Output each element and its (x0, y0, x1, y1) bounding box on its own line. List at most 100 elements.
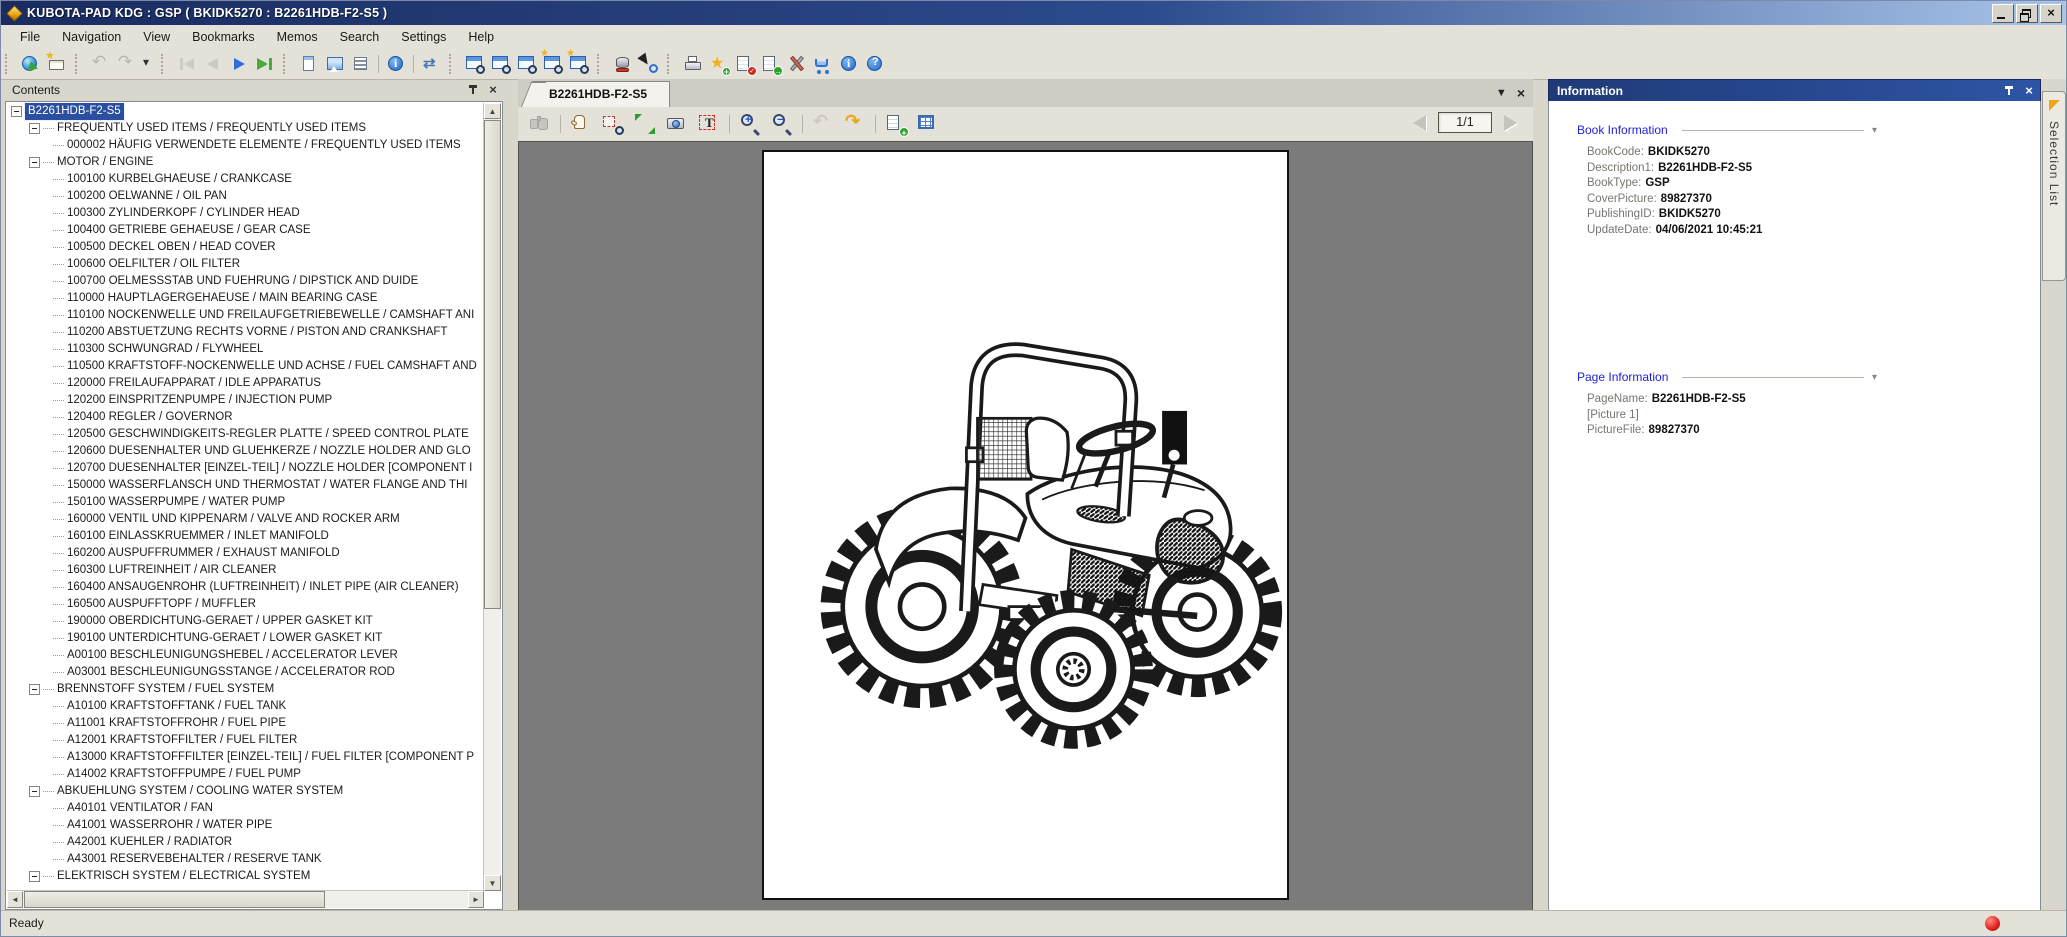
redo-icon[interactable] (117, 54, 137, 74)
swap-view-icon[interactable] (421, 54, 441, 74)
tree-node[interactable]: 160400 ANSAUGENROHR (LUFTREINHEIT) / INL… (7, 579, 484, 596)
pin-icon[interactable] (2003, 85, 2016, 98)
menu-memos[interactable]: Memos (266, 27, 329, 47)
page-view-icon[interactable] (299, 54, 319, 74)
tree-node[interactable]: 160500 AUSPUFFTOPF / MUFFLER (7, 596, 484, 613)
tree-node[interactable]: 160300 LUFTREINHEIT / AIR CLEANER (7, 562, 484, 579)
pin-icon[interactable] (467, 84, 480, 97)
view-mode-1-icon[interactable] (465, 54, 485, 74)
tree-node[interactable]: A43001 RESERVEBEHALTER / RESERVE TANK (7, 851, 484, 868)
tree-node[interactable]: 160000 VENTIL UND KIPPENARM / VALVE AND … (7, 511, 484, 528)
history-dropdown-icon[interactable] (143, 54, 153, 74)
menu-search[interactable]: Search (329, 27, 391, 47)
tree-node[interactable]: 150000 WASSERFLANSCH UND THERMOSTAT / WA… (7, 477, 484, 494)
tree-node[interactable]: 120200 EINSPRITZENPUMPE / INJECTION PUMP (7, 392, 484, 409)
search-binoculars-icon[interactable] (529, 113, 551, 135)
tree-node[interactable]: ELEKTRISCH SYSTEM / ELECTRICAL SYSTEM (7, 868, 484, 885)
settings-tools-icon[interactable] (787, 54, 807, 74)
tab-b2261hdb-f2-s5[interactable]: B2261HDB-F2-S5 (532, 81, 670, 107)
menu-navigation[interactable]: Navigation (51, 27, 132, 47)
tree-node[interactable]: 120700 DUESENHALTER [EINZEL-TEIL] / NOZZ… (7, 460, 484, 477)
tree-node[interactable]: 120500 GESCHWINDIGKEITS-REGLER PLATTE / … (7, 426, 484, 443)
parts-catalog-icon[interactable] (613, 54, 633, 74)
scroll-left-icon[interactable]: ◄ (7, 891, 23, 908)
scroll-right-icon[interactable]: ► (468, 891, 484, 908)
prev-page-icon[interactable] (203, 54, 223, 74)
page-next-icon[interactable] (1504, 115, 1517, 131)
help-icon[interactable] (865, 54, 885, 74)
tree-node[interactable]: A00100 BESCHLEUNIGUNGSHEBEL / ACCELERATO… (7, 647, 484, 664)
tab-close-icon[interactable]: × (1517, 85, 1525, 101)
tree-node[interactable]: B2261HDB-F2-S5 (7, 103, 484, 120)
tree-node[interactable]: 110100 NOCKENWELLE UND FREILAUFGETRIEBEW… (7, 307, 484, 324)
tree-node[interactable]: 100600 OELFILTER / OIL FILTER (7, 256, 484, 273)
add-bookmark-icon[interactable] (709, 54, 729, 74)
minimize-button[interactable] (1992, 4, 2014, 23)
picture-view-icon[interactable] (325, 54, 345, 74)
scroll-up-icon[interactable]: ▲ (484, 103, 501, 119)
undo-icon[interactable] (91, 54, 111, 74)
menu-file[interactable]: File (9, 27, 51, 47)
collapse-icon[interactable] (29, 123, 40, 134)
tree-node[interactable]: A11001 KRAFTSTOFFROHR / FUEL PIPE (7, 715, 484, 732)
collapse-icon[interactable] (29, 157, 40, 168)
collapse-icon[interactable] (29, 684, 40, 695)
tree-node[interactable]: 100400 GETRIEBE GEHAEUSE / GEAR CASE (7, 222, 484, 239)
view-mode-3-icon[interactable] (517, 54, 537, 74)
tree-node[interactable]: A12001 KRAFTSTOFFILTER / FUEL FILTER (7, 732, 484, 749)
text-select-icon[interactable] (698, 113, 720, 135)
menu-settings[interactable]: Settings (390, 27, 457, 47)
tree-node[interactable]: 120400 REGLER / GOVERNOR (7, 409, 484, 426)
zoom-out-icon[interactable]: − (771, 113, 793, 135)
close-panel-icon[interactable]: × (2022, 84, 2036, 98)
tree-node[interactable]: 100200 OELWANNE / OIL PAN (7, 188, 484, 205)
tree-node[interactable]: 110000 HAUPTLAGERGEHAEUSE / MAIN BEARING… (7, 290, 484, 307)
chevron-down-icon[interactable]: ▾ (1872, 372, 1877, 383)
tree-node[interactable]: 100300 ZYLINDERKOPF / CYLINDER HEAD (7, 205, 484, 222)
close-panel-icon[interactable]: × (486, 83, 500, 97)
tree-node[interactable]: A14002 KRAFTSTOFFPUMPE / FUEL PUMP (7, 766, 484, 783)
open-book-icon[interactable] (47, 54, 67, 74)
tree-node[interactable]: ABKUEHLUNG SYSTEM / COOLING WATER SYSTEM (7, 783, 484, 800)
tree-node[interactable]: 100700 OELMESSSTAB UND FUEHRUNG / DIPSTI… (7, 273, 484, 290)
view-mode-2-icon[interactable] (491, 54, 511, 74)
tree-node[interactable]: A40101 VENTILATOR / FAN (7, 800, 484, 817)
tree-node[interactable]: 120600 DUESENHALTER UND GLUEHKERZE / NOZ… (7, 443, 484, 460)
view-mode-4-icon[interactable]: ★ (543, 54, 563, 74)
tree-node[interactable]: 150100 WASSERPUMPE / WATER PUMP (7, 494, 484, 511)
tree-node[interactable]: 000002 HÄUFIG VERWENDETE ELEMENTE / FREQ… (7, 137, 484, 154)
tree-node[interactable]: 100500 DECKEL OBEN / HEAD COVER (7, 239, 484, 256)
close-button[interactable]: × (2040, 4, 2062, 23)
view-mode-5-icon[interactable]: ★ (569, 54, 589, 74)
page-indicator[interactable]: 1/1 (1438, 112, 1492, 133)
go-top-page-icon[interactable] (21, 54, 41, 74)
tree-node[interactable]: 110500 KRAFTSTOFF-NOCKENWELLE UND ACHSE … (7, 358, 484, 375)
list-view-icon[interactable] (351, 54, 371, 74)
tree-node[interactable]: 190000 OBERDICHTUNG-GERAET / UPPER GASKE… (7, 613, 484, 630)
zoom-area-icon[interactable] (602, 113, 624, 135)
tree-node[interactable]: MOTOR / ENGINE (7, 154, 484, 171)
tree-node[interactable]: A41001 WASSERROHR / WATER PIPE (7, 817, 484, 834)
info-section-header[interactable]: Book Information▾ (1577, 123, 1877, 137)
first-page-icon[interactable] (177, 54, 197, 74)
info-section-header[interactable]: Page Information▾ (1577, 370, 1877, 384)
restore-button[interactable] (2016, 4, 2038, 23)
fit-window-icon[interactable] (634, 113, 656, 135)
tree-node[interactable]: 100100 KURBELGHAEUSE / CRANKCASE (7, 171, 484, 188)
drawing-canvas[interactable] (518, 141, 1533, 911)
selection-list-tab[interactable]: Selection List (2042, 91, 2066, 281)
parts-list-grid-icon[interactable] (917, 113, 939, 135)
rotate-left-icon[interactable] (812, 113, 834, 135)
menu-bookmarks[interactable]: Bookmarks (181, 27, 266, 47)
tree-vertical-scrollbar[interactable]: ▲ ▼ (483, 103, 501, 891)
tree-node[interactable]: 190100 UNTERDICHTUNG-GERAET / LOWER GASK… (7, 630, 484, 647)
pan-hand-icon[interactable] (570, 113, 592, 135)
catalog-page[interactable] (762, 150, 1289, 900)
menu-help[interactable]: Help (457, 27, 505, 47)
tree-node[interactable]: A13000 KRAFTSTOFFFILTER [EINZEL-TEIL] / … (7, 749, 484, 766)
tab-list-dropdown-icon[interactable]: ▼ (1496, 87, 1507, 99)
tree-node[interactable]: BRENNSTOFF SYSTEM / FUEL SYSTEM (7, 681, 484, 698)
add-to-selection-icon[interactable] (885, 113, 907, 135)
tree-node[interactable]: FREQUENTLY USED ITEMS / FREQUENTLY USED … (7, 120, 484, 137)
memo-check-icon[interactable] (735, 54, 755, 74)
